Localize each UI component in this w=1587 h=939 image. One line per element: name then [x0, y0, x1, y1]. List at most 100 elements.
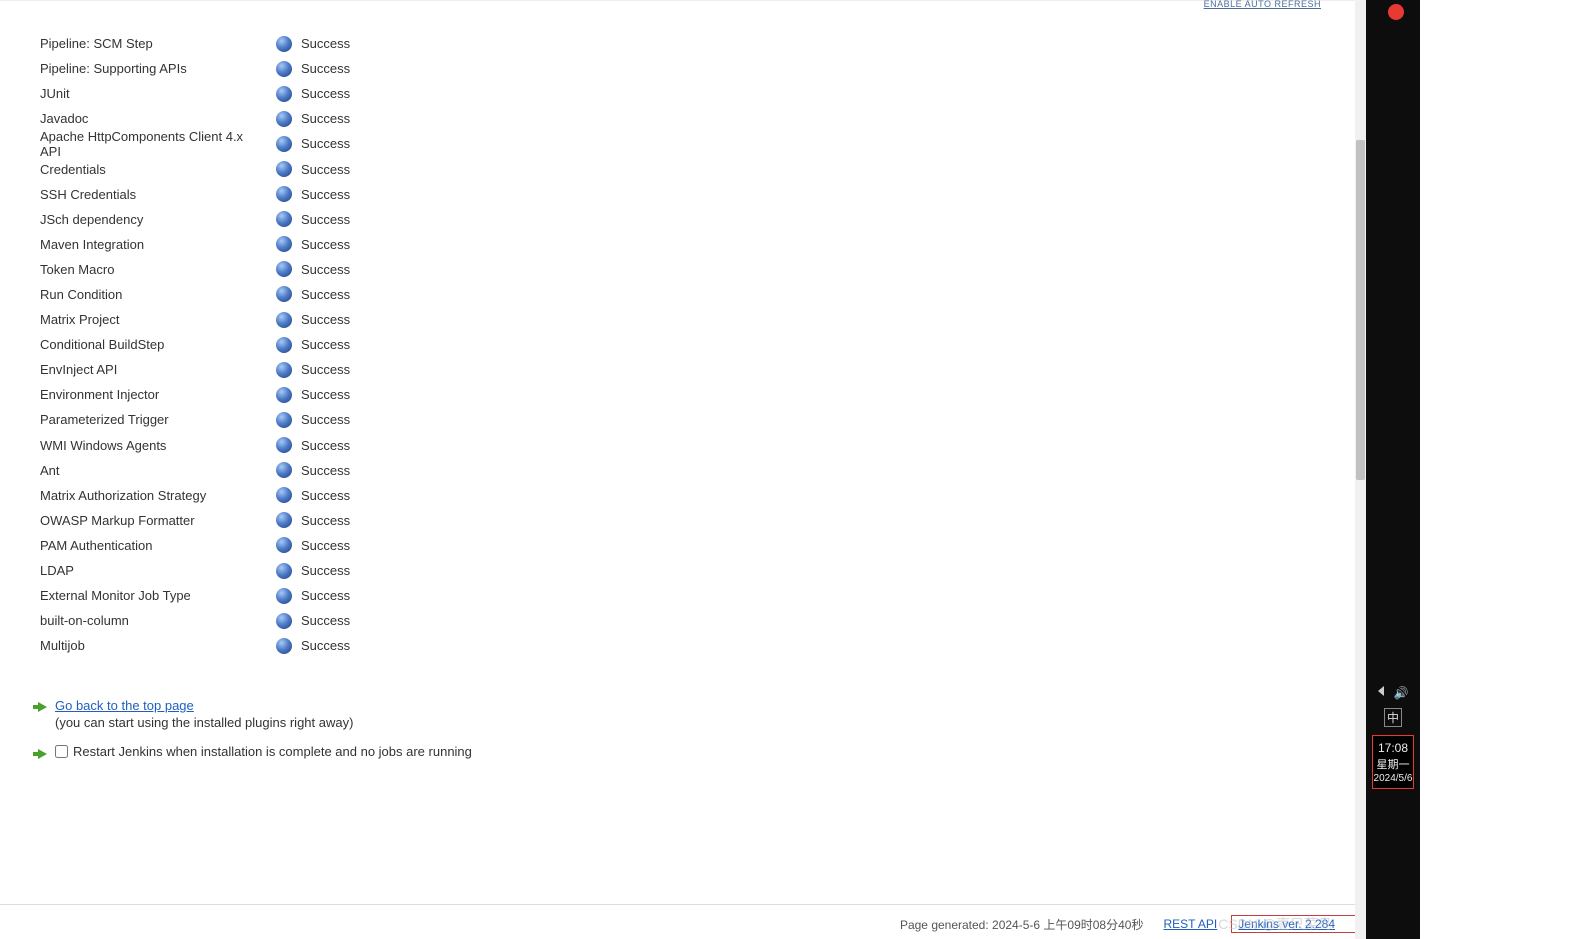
plugin-row: Environment InjectorSuccess [40, 382, 1366, 407]
plugin-name: Conditional BuildStep [40, 337, 276, 352]
scrollbar-thumb[interactable] [1356, 140, 1365, 480]
volume-icon[interactable]: 🔊 [1394, 686, 1409, 700]
status-ball-icon [276, 261, 292, 277]
plugin-name: Multijob [40, 638, 276, 653]
plugin-row: Pipeline: Supporting APIs Success [40, 56, 1366, 81]
restart-jenkins-checkbox[interactable] [55, 745, 68, 758]
status-ball-icon [276, 512, 292, 528]
plugin-name: Matrix Project [40, 312, 276, 327]
jenkins-version-link[interactable]: Jenkins ver. 2.284 [1238, 917, 1335, 931]
plugin-status: Success [276, 588, 350, 604]
restart-jenkins-label[interactable]: Restart Jenkins when installation is com… [73, 744, 472, 759]
plugin-row: Ant Success [40, 458, 1366, 483]
plugin-name: Parameterized Trigger [40, 412, 276, 427]
status-ball-icon [276, 236, 292, 252]
status-text: Success [301, 613, 350, 628]
plugin-status: Success [276, 437, 350, 453]
plugin-status: Success [276, 161, 350, 177]
status-ball-icon [276, 211, 292, 227]
status-ball-icon [276, 437, 292, 453]
plugin-row: Parameterized TriggerSuccess [40, 407, 1366, 432]
plugin-status: Success [276, 61, 350, 77]
plugin-name: SSH Credentials [40, 187, 276, 202]
status-ball-icon [276, 487, 292, 503]
plugin-row: JSch dependency Success [40, 207, 1366, 232]
plugin-row: Pipeline: SCM StepSuccess [40, 31, 1366, 56]
status-text: Success [301, 136, 350, 151]
plugin-row: Run ConditionSuccess [40, 282, 1366, 307]
clock-day: 星期一 [1374, 756, 1413, 772]
status-text: Success [301, 563, 350, 578]
status-text: Success [301, 513, 350, 528]
status-ball-icon [276, 337, 292, 353]
status-text: Success [301, 237, 350, 252]
plugin-status: Success [276, 111, 350, 127]
plugin-status: Success [276, 286, 350, 302]
plugin-name: External Monitor Job Type [40, 588, 276, 603]
page-scrollbar[interactable] [1355, 0, 1366, 939]
plugin-name: JUnit [40, 86, 276, 101]
chevron-left-icon[interactable] [1378, 686, 1384, 696]
go-back-top-link[interactable]: Go back to the top page [55, 698, 353, 713]
plugin-row: SSH Credentials Success [40, 182, 1366, 207]
system-clock[interactable]: 17:08 星期一 2024/5/6 [1372, 735, 1415, 789]
plugin-name: EnvInject API [40, 362, 276, 377]
status-text: Success [301, 212, 350, 227]
status-text: Success [301, 36, 350, 51]
enable-auto-refresh-link[interactable]: ENABLE AUTO REFRESH [1204, 0, 1321, 9]
status-text: Success [301, 61, 350, 76]
plugin-status-list: Pipeline: SCM StepSuccessPipeline: Suppo… [40, 31, 1366, 658]
clock-date: 2024/5/6 [1374, 773, 1413, 784]
plugin-status: Success [276, 86, 350, 102]
status-ball-icon [276, 286, 292, 302]
status-ball-icon [276, 86, 292, 102]
plugin-row: Maven Integration Success [40, 232, 1366, 257]
plugin-status: Success [276, 537, 350, 553]
plugin-row: JavadocSuccess [40, 106, 1366, 131]
status-text: Success [301, 362, 350, 377]
plugin-status: Success [276, 462, 350, 478]
status-text: Success [301, 187, 350, 202]
status-text: Success [301, 438, 350, 453]
plugin-name: Apache HttpComponents Client 4.x API [40, 129, 276, 159]
status-ball-icon [276, 362, 292, 378]
rail-indicator-icon [1388, 4, 1404, 20]
rest-api-link[interactable]: REST API [1163, 917, 1217, 931]
ime-indicator[interactable]: 中 [1384, 708, 1402, 727]
plugin-name: Token Macro [40, 262, 276, 277]
status-ball-icon [276, 136, 292, 152]
status-text: Success [301, 638, 350, 653]
plugin-row: Matrix Authorization StrategySuccess [40, 483, 1366, 508]
plugin-row: LDAP Success [40, 558, 1366, 583]
plugin-name: Ant [40, 463, 276, 478]
plugin-row: EnvInject API Success [40, 357, 1366, 382]
status-ball-icon [276, 412, 292, 428]
plugin-status: Success [276, 337, 350, 353]
status-ball-icon [276, 462, 292, 478]
post-install-actions: Go back to the top page (you can start u… [38, 698, 1366, 759]
status-ball-icon [276, 588, 292, 604]
plugin-name: Maven Integration [40, 237, 276, 252]
plugin-row: JUnitSuccess [40, 81, 1366, 106]
plugin-status: Success [276, 312, 350, 328]
plugin-name: LDAP [40, 563, 276, 578]
status-ball-icon [276, 537, 292, 553]
arrow-icon [38, 702, 47, 712]
plugin-name: Pipeline: Supporting APIs [40, 61, 276, 76]
status-ball-icon [276, 61, 292, 77]
plugin-status: Success [276, 638, 350, 654]
status-text: Success [301, 463, 350, 478]
plugin-row: External Monitor Job Type Success [40, 583, 1366, 608]
plugin-status: Success [276, 362, 350, 378]
status-ball-icon [276, 161, 292, 177]
status-ball-icon [276, 111, 292, 127]
plugin-row: Token Macro Success [40, 257, 1366, 282]
plugin-row: Conditional BuildStepSuccess [40, 332, 1366, 357]
status-text: Success [301, 588, 350, 603]
status-text: Success [301, 262, 350, 277]
status-ball-icon [276, 387, 292, 403]
plugin-name: JSch dependency [40, 212, 276, 227]
plugin-name: WMI Windows Agents [40, 438, 276, 453]
plugin-row: built-on-columnSuccess [40, 608, 1366, 633]
status-text: Success [301, 111, 350, 126]
